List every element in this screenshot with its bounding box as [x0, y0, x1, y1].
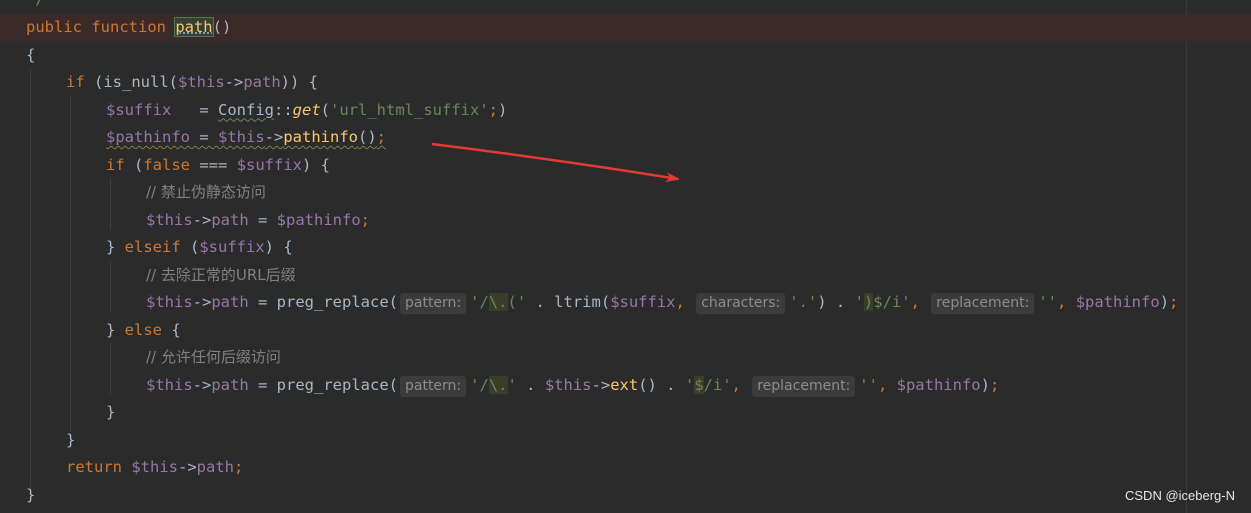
watermark: CSDN @iceberg-N: [1125, 488, 1235, 503]
annotation-arrow: [431, 142, 680, 183]
code-editor[interactable]: */ public function path(){if (is_null($t…: [0, 0, 1251, 513]
